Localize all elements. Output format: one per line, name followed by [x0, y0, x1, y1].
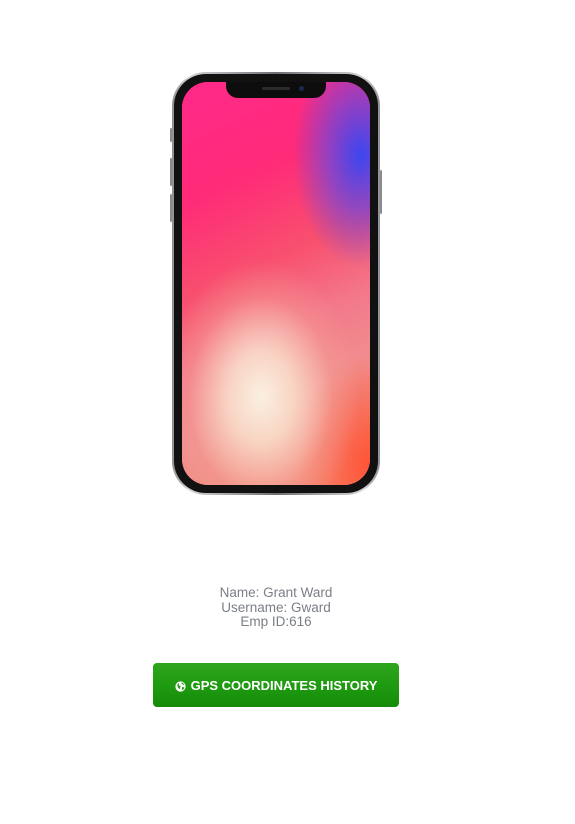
gps-coordinates-history-button[interactable]: GPS COORDINATES HISTORY	[153, 663, 399, 707]
employee-id: Emp ID:616	[240, 614, 312, 629]
page: Name: Grant Ward Username: Gward Emp ID:…	[0, 0, 575, 824]
employee-info: Name: Grant Ward Username: Gward Emp ID:…	[0, 585, 552, 630]
phone-bezel	[174, 74, 378, 493]
phone-screen	[182, 82, 370, 485]
phone-side-button	[170, 158, 172, 186]
phone-notch	[226, 82, 326, 98]
globe-icon	[174, 680, 186, 692]
speaker-grille	[262, 87, 290, 90]
phone-image	[170, 72, 382, 495]
phone-side-button	[380, 170, 382, 214]
phone-side-button	[170, 194, 172, 222]
employee-name: Name: Grant Ward	[219, 585, 333, 600]
gps-button-label: GPS COORDINATES HISTORY	[190, 677, 378, 693]
phone-wallpaper	[182, 82, 370, 485]
employee-username: Username: Gward	[221, 599, 331, 615]
front-camera	[299, 86, 304, 91]
phone-side-button	[170, 128, 172, 142]
